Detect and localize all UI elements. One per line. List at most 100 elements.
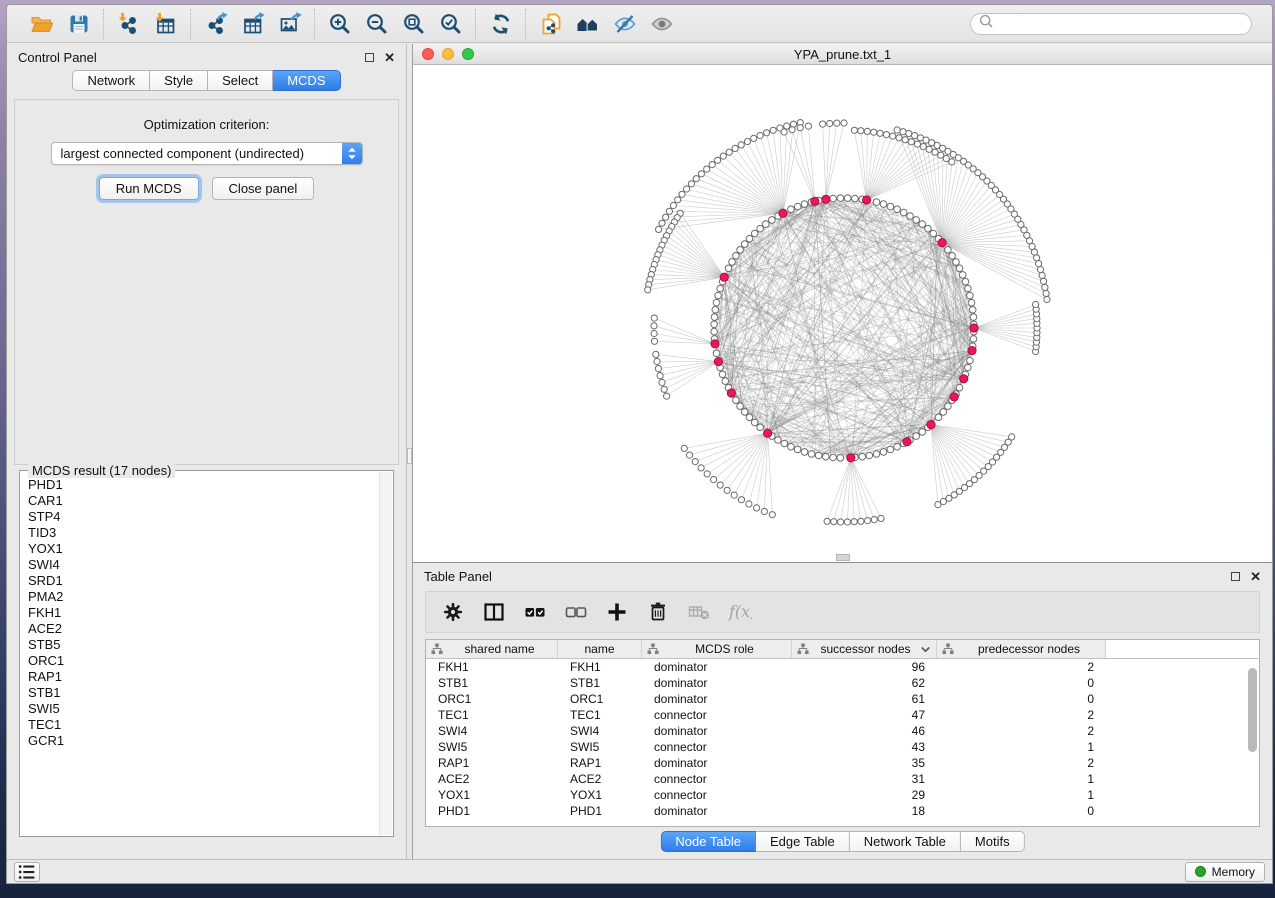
settings-gear-icon[interactable]	[436, 597, 470, 627]
export-image-icon[interactable]	[276, 10, 303, 37]
search-input[interactable]	[998, 17, 1243, 31]
cell-shared-name: STB1	[426, 675, 558, 691]
table-row[interactable]: SWI4SWI4dominator462	[426, 723, 1259, 739]
zoom-out-icon[interactable]	[363, 10, 390, 37]
column-header-predecessor-nodes[interactable]: predecessor nodes	[937, 640, 1106, 658]
cell-successor-nodes: 43	[792, 739, 937, 755]
column-header-shared-name[interactable]: shared name	[426, 640, 558, 658]
memory-status-icon	[1195, 866, 1206, 877]
cell-MCDS-role: connector	[642, 739, 792, 755]
column-header-label: successor nodes	[813, 642, 918, 656]
zoom-selected-icon[interactable]	[437, 10, 464, 37]
tab-motifs[interactable]: Motifs	[961, 831, 1025, 852]
svg-text:f(x): f(x)	[728, 602, 752, 621]
mcds-result-item[interactable]: STB5	[28, 637, 393, 653]
table-row[interactable]: RAP1RAP1dominator352	[426, 755, 1259, 771]
table-row[interactable]: ACE2ACE2connector311	[426, 771, 1259, 787]
task-history-button[interactable]	[14, 862, 40, 882]
cell-successor-nodes: 46	[792, 723, 937, 739]
optimization-criterion-label: Optimization criterion:	[15, 117, 398, 132]
table-row[interactable]: YOX1YOX1connector291	[426, 787, 1259, 803]
float-panel-icon[interactable]	[365, 53, 374, 62]
memory-button[interactable]: Memory	[1185, 862, 1265, 882]
cell-name: SWI5	[558, 739, 642, 755]
cell-predecessor-nodes: 1	[937, 787, 1106, 803]
window-zoom-icon[interactable]	[462, 48, 474, 60]
cell-shared-name: RAP1	[426, 755, 558, 771]
mcds-result-item[interactable]: SWI5	[28, 701, 393, 717]
tab-edge-table[interactable]: Edge Table	[756, 831, 850, 852]
mcds-result-item[interactable]: STP4	[28, 509, 393, 525]
mcds-result-item[interactable]: SRD1	[28, 573, 393, 589]
vertical-splitter[interactable]	[406, 44, 413, 859]
tab-select[interactable]: Select	[208, 70, 273, 91]
import-network-icon[interactable]	[115, 10, 142, 37]
column-header-MCDS-role[interactable]: MCDS role	[642, 640, 792, 658]
open-file-icon[interactable]	[28, 10, 55, 37]
mcds-result-item[interactable]: ACE2	[28, 621, 393, 637]
deselect-all-icon[interactable]	[559, 597, 593, 627]
optimization-criterion-select[interactable]: largest connected component (undirected)	[51, 142, 363, 165]
show-all-icon[interactable]	[648, 10, 675, 37]
tab-network[interactable]: Network	[72, 70, 150, 91]
mcds-result-item[interactable]: SWI4	[28, 557, 393, 573]
mcds-result-item[interactable]: ORC1	[28, 653, 393, 669]
close-panel-button[interactable]: Close panel	[212, 177, 315, 200]
mcds-result-item[interactable]: PMA2	[28, 589, 393, 605]
table-row[interactable]: ORC1ORC1dominator610	[426, 691, 1259, 707]
close-panel-icon[interactable]: ✕	[384, 51, 395, 64]
select-all-icon[interactable]	[518, 597, 552, 627]
close-table-panel-icon[interactable]: ✕	[1250, 570, 1261, 583]
split-panel-icon[interactable]	[477, 597, 511, 627]
tab-network-table[interactable]: Network Table	[850, 831, 961, 852]
cell-predecessor-nodes: 0	[937, 803, 1106, 819]
table-row[interactable]: FKH1FKH1dominator962	[426, 659, 1259, 675]
table-row[interactable]: SWI5SWI5connector431	[426, 739, 1259, 755]
first-neighbors-icon[interactable]	[574, 10, 601, 37]
horizontal-splitter-handle[interactable]	[836, 554, 850, 561]
mcds-result-item[interactable]: YOX1	[28, 541, 393, 557]
mcds-result-item[interactable]: FKH1	[28, 605, 393, 621]
tab-style[interactable]: Style	[150, 70, 208, 91]
cell-MCDS-role: connector	[642, 771, 792, 787]
table-row[interactable]: PHD1PHD1dominator180	[426, 803, 1259, 819]
table-row[interactable]: STB1STB1dominator620	[426, 675, 1259, 691]
mcds-result-item[interactable]: CAR1	[28, 493, 393, 509]
column-header-label: shared name	[447, 642, 552, 656]
float-table-panel-icon[interactable]	[1231, 572, 1240, 581]
cell-MCDS-role: connector	[642, 707, 792, 723]
tab-node-table[interactable]: Node Table	[660, 831, 756, 852]
refresh-icon[interactable]	[487, 10, 514, 37]
column-header-successor-nodes[interactable]: successor nodes	[792, 640, 937, 658]
search-box[interactable]	[970, 13, 1252, 35]
window-close-icon[interactable]	[422, 48, 434, 60]
vertical-splitter-handle[interactable]	[407, 448, 412, 464]
add-column-icon[interactable]	[600, 597, 634, 627]
save-icon[interactable]	[65, 10, 92, 37]
mcds-result-item[interactable]: TEC1	[28, 717, 393, 733]
zoom-in-icon[interactable]	[326, 10, 353, 37]
table-row[interactable]: TEC1TEC1connector472	[426, 707, 1259, 723]
delete-column-icon[interactable]	[641, 597, 675, 627]
import-table-icon[interactable]	[152, 10, 179, 37]
table-scrollbar[interactable]	[1248, 668, 1257, 752]
column-header-name[interactable]: name	[558, 640, 642, 658]
mcds-result-scrollbar[interactable]	[379, 472, 392, 835]
cell-shared-name: FKH1	[426, 659, 558, 675]
window-minimize-icon[interactable]	[442, 48, 454, 60]
hide-selected-icon[interactable]	[611, 10, 638, 37]
mcds-result-item[interactable]: PHD1	[28, 477, 393, 493]
export-network-icon[interactable]	[202, 10, 229, 37]
function-builder-icon: f(x)	[723, 597, 757, 627]
mcds-result-item[interactable]: STB1	[28, 685, 393, 701]
mcds-result-item[interactable]: RAP1	[28, 669, 393, 685]
mcds-result-item[interactable]: GCR1	[28, 733, 393, 749]
mcds-result-item[interactable]: TID3	[28, 525, 393, 541]
export-table-icon[interactable]	[239, 10, 266, 37]
clone-network-icon[interactable]	[537, 10, 564, 37]
network-canvas[interactable]	[413, 65, 1273, 562]
tab-mcds[interactable]: MCDS	[273, 70, 340, 91]
run-mcds-button[interactable]: Run MCDS	[99, 177, 199, 200]
main-toolbar	[7, 5, 1272, 43]
zoom-fit-icon[interactable]	[400, 10, 427, 37]
